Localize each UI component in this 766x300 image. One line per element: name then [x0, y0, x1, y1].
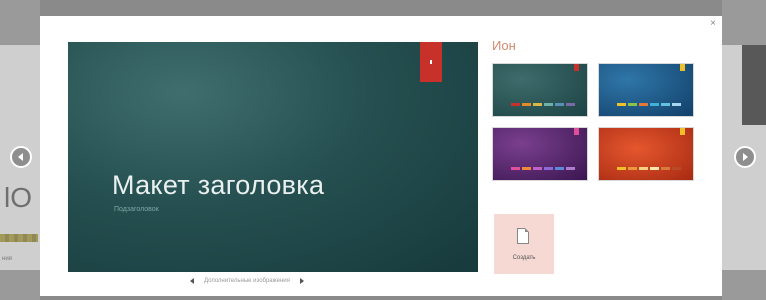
- preview-slide-subtitle: Подзаголовок: [114, 206, 159, 213]
- create-button-label: Создать: [512, 255, 536, 261]
- previous-theme-button[interactable]: [10, 146, 32, 168]
- color-swatch: [555, 103, 564, 106]
- color-swatch: [672, 103, 681, 106]
- color-swatch: [533, 103, 542, 106]
- backdrop-right-thumb: [742, 45, 766, 125]
- chevron-left-icon: [18, 153, 23, 161]
- variant-color-swatches: [511, 167, 575, 170]
- pager-label: Дополнительные изображения: [204, 278, 290, 284]
- color-swatch: [544, 103, 553, 106]
- pager-next-icon[interactable]: [299, 278, 304, 284]
- pager-prev-icon[interactable]: [190, 278, 194, 284]
- variant-accent-tab: [574, 64, 579, 71]
- color-swatch: [566, 167, 575, 170]
- color-swatch: [650, 103, 659, 106]
- backdrop-left-text: lO: [4, 182, 32, 213]
- color-swatch: [628, 103, 637, 106]
- theme-preview-slide: Макет заголовка Подзаголовок: [68, 42, 478, 272]
- preview-slide-title: Макет заголовка: [112, 170, 325, 200]
- next-theme-button[interactable]: [734, 146, 756, 168]
- color-swatch: [555, 167, 564, 170]
- preview-accent-tab: [420, 42, 442, 82]
- variant-accent-tab: [680, 128, 685, 135]
- color-swatch: [650, 167, 659, 170]
- color-swatch: [511, 167, 520, 170]
- backdrop-left-caption: ния: [2, 256, 12, 262]
- create-button[interactable]: Создать: [494, 214, 554, 274]
- theme-variant-orange[interactable]: [598, 127, 694, 181]
- color-swatch: [628, 167, 637, 170]
- color-swatch: [639, 167, 648, 170]
- color-swatch: [544, 167, 553, 170]
- variant-color-swatches: [617, 103, 681, 106]
- variant-color-swatches: [617, 167, 681, 170]
- variant-color-swatches: [511, 103, 575, 106]
- close-button[interactable]: ×: [710, 18, 716, 29]
- theme-variant-teal[interactable]: [492, 63, 588, 117]
- color-swatch: [639, 103, 648, 106]
- color-swatch: [533, 167, 542, 170]
- chevron-right-icon: [743, 153, 748, 161]
- image-pager: Дополнительные изображения: [190, 278, 304, 284]
- theme-variant-purple[interactable]: [492, 127, 588, 181]
- color-swatch: [522, 103, 531, 106]
- theme-variant-blue[interactable]: [598, 63, 694, 117]
- theme-preview-dialog: × Макет заголовка Подзаголовок Дополните…: [40, 16, 722, 296]
- color-swatch: [522, 167, 531, 170]
- color-swatch: [661, 167, 670, 170]
- backdrop-left-swatch-stripe: [0, 234, 38, 242]
- color-swatch: [566, 103, 575, 106]
- color-swatch: [617, 103, 626, 106]
- color-swatch: [672, 167, 681, 170]
- variant-accent-tab: [680, 64, 685, 71]
- color-swatch: [661, 103, 670, 106]
- color-swatch: [617, 167, 626, 170]
- color-swatch: [511, 103, 520, 106]
- variant-accent-tab: [574, 128, 579, 135]
- new-document-icon: [517, 228, 529, 244]
- theme-name: Ион: [492, 38, 516, 53]
